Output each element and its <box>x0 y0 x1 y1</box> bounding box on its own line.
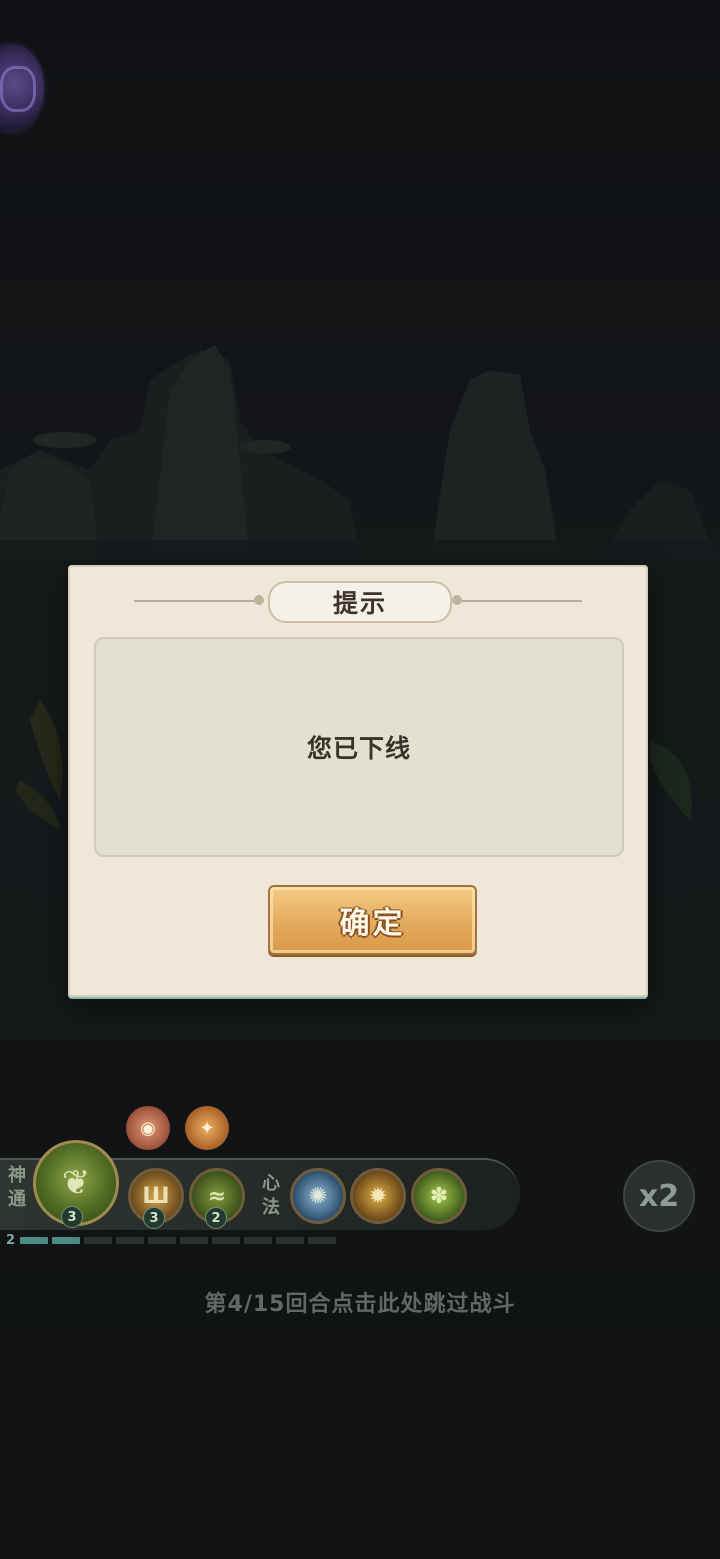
speed-toggle-button[interactable]: x2 <box>623 1160 695 1232</box>
skill-2-glyph: ≈ <box>207 1183 227 1209</box>
mind-arts-label: 心法 <box>262 1173 280 1218</box>
art-3-glyph: ✽ <box>429 1183 449 1209</box>
message-panel: 您已下线 <box>94 637 624 857</box>
dialog-title: 提示 <box>268 581 452 623</box>
energy-segment <box>276 1237 304 1244</box>
notice-dialog: 提示 您已下线 确定 <box>68 556 654 997</box>
divine-skills-label: 神通 <box>8 1165 26 1210</box>
art-2-glyph: ✹ <box>368 1183 388 1209</box>
confirm-button[interactable]: 确定 <box>268 885 477 955</box>
energy-segment <box>308 1237 336 1244</box>
energy-segment <box>180 1237 208 1244</box>
skill-1-glyph: Ш <box>142 1183 170 1209</box>
energy-segment <box>52 1237 80 1244</box>
buff-shield-icon[interactable]: ◉ <box>126 1106 170 1150</box>
title-divider-right <box>462 600 582 602</box>
art-slot-1-icon[interactable]: ✺ <box>290 1168 346 1224</box>
round-skip-prompt[interactable]: 第4/15回合点击此处跳过战斗 <box>0 1286 720 1318</box>
energy-segment <box>84 1237 112 1244</box>
energy-level: 2 <box>6 1233 16 1248</box>
energy-segment <box>212 1237 240 1244</box>
title-ornament-left <box>254 595 264 605</box>
energy-progress-bar <box>20 1237 336 1244</box>
dialog-message: 您已下线 <box>306 734 411 763</box>
art-slot-3-icon[interactable]: ✽ <box>411 1168 467 1224</box>
energy-segment <box>20 1237 48 1244</box>
main-skill-count: 3 <box>61 1206 83 1228</box>
energy-segment <box>116 1237 144 1244</box>
buff-charm-icon[interactable]: ✦ <box>185 1106 229 1150</box>
energy-segment <box>148 1237 176 1244</box>
main-skill-glyph: ❦ <box>61 1163 91 1203</box>
title-divider-left <box>134 600 260 602</box>
energy-segment <box>244 1237 272 1244</box>
confirm-button-label: 确定 <box>339 906 406 941</box>
title-ornament-right <box>452 595 462 605</box>
skill-1-count: 3 <box>143 1207 165 1229</box>
skill-2-count: 2 <box>205 1207 227 1229</box>
art-1-glyph: ✺ <box>308 1183 328 1209</box>
art-slot-2-icon[interactable]: ✹ <box>350 1168 406 1224</box>
